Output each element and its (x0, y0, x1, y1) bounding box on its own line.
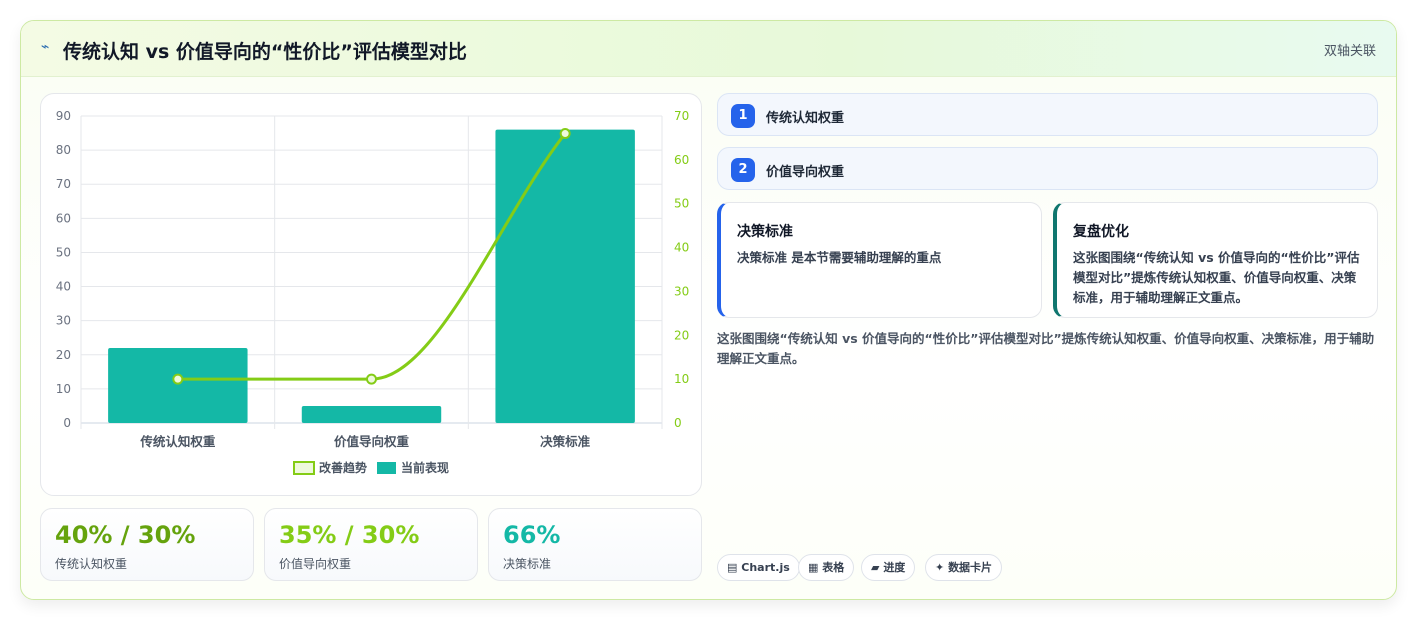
legend-label: 改善趋势 (319, 460, 367, 475)
card-header: ⌁ 传统认知 vs 价值导向的“性价比”评估模型对比 双轴关联 (21, 21, 1396, 77)
y-right-tick-label: 30 (674, 284, 689, 298)
y-left-tick-label: 0 (63, 416, 71, 430)
sparkle-icon: ✦ (935, 561, 945, 574)
combo-chart: 0 10 20 30 40 50 60 70 80 90 0 10 20 30 40 50 60 70 传统认知权重… (56, 109, 689, 475)
y-left-tick-label: 70 (56, 177, 71, 191)
tag-label: 进度 (883, 561, 906, 574)
legend-swatch-line (293, 461, 315, 475)
stat-value: 40% / 30% (55, 521, 196, 549)
dual-axis-tag: 双轴关联 (1323, 44, 1376, 59)
tag-data-card[interactable]: ✦ 数据卡片 (925, 554, 1003, 581)
bar (495, 129, 635, 423)
stat-label: 决策标准 (503, 557, 552, 571)
summary-text: 这张图围绕“传统认知 vs 价值导向的“性价比”评估模型对比”提炼传统认知权重、… (717, 331, 1375, 366)
y-right-tick-label: 0 (674, 416, 682, 430)
step-item: 1 传统认知权重 (717, 93, 1378, 136)
trend-point (366, 373, 377, 385)
stat-label: 传统认知权重 (55, 557, 128, 571)
trend-point (172, 373, 184, 385)
table-icon: ▦ (808, 561, 819, 574)
legend-label: 当前表现 (401, 460, 449, 475)
y-left-tick-label: 60 (56, 211, 71, 225)
card-title: 传统认知 vs 价值导向的“性价比”评估模型对比 (63, 41, 467, 63)
step-number: 1 (731, 104, 755, 128)
y-left-tick-label: 90 (56, 109, 71, 123)
y-right-tick-label: 20 (674, 328, 689, 342)
y-left-tick-label: 80 (56, 143, 71, 157)
y-right-tick-label: 70 (674, 109, 689, 123)
note-card-decision: 决策标准 决策标准 是本节需要辅助理解的重点 (717, 202, 1042, 318)
progress-icon: ▰ (871, 561, 880, 574)
step-number: 2 (731, 158, 755, 182)
chart-panel: 0 10 20 30 40 50 60 70 80 90 0 10 20 30 40 50 60 70 传统认知权重… (40, 93, 702, 496)
note-body: 这张图围绕“传统认知 vs 价值导向的“性价比”评估模型对比”提炼传统认知权重、… (1073, 250, 1360, 305)
y-right-tick-label: 10 (674, 372, 689, 386)
stat-value: 66% (503, 521, 561, 549)
note-card-review: 复盘优化 这张图围绕“传统认知 vs 价值导向的“性价比”评估模型对比”提炼传统… (1053, 202, 1378, 318)
y-left-tick-label: 40 (56, 280, 71, 294)
stat-label: 价值导向权重 (279, 557, 352, 571)
figure-card: ⌁ 传统认知 vs 价值导向的“性价比”评估模型对比 双轴关联 0 10 20 30 4… (20, 20, 1397, 600)
tag-table[interactable]: ▦ 表格 (798, 554, 855, 581)
x-tick-label: 传统认知权重 (139, 434, 216, 449)
step-label: 传统认知权重 (766, 111, 845, 126)
y-right-tick-label: 60 (674, 153, 689, 167)
step-label: 价值导向权重 (766, 165, 845, 180)
tag-label: Chart.js (741, 561, 790, 574)
tag-label: 数据卡片 (948, 561, 993, 574)
x-tick-label: 决策标准 (540, 434, 591, 449)
bar (301, 405, 442, 423)
y-left-tick-label: 50 (56, 245, 71, 259)
note-body: 决策标准 是本节需要辅助理解的重点 (737, 250, 942, 265)
tag-label: 表格 (822, 561, 845, 574)
y-left-tick-label: 10 (56, 382, 71, 396)
tag-progress[interactable]: ▰ 进度 (861, 554, 916, 581)
x-tick-label: 价值导向权重 (334, 434, 410, 449)
stat-card: 40% / 30% 传统认知权重 (40, 508, 254, 581)
chart-icon: ▤ (727, 561, 738, 574)
note-title: 复盘优化 (1073, 224, 1129, 240)
y-left-tick-label: 20 (56, 348, 71, 362)
stat-value: 35% / 30% (279, 521, 420, 549)
y-right-tick-label: 40 (674, 241, 689, 255)
stat-card: 66% 决策标准 (488, 508, 702, 581)
y-left-tick-label: 30 (56, 314, 71, 328)
trend-point (559, 128, 571, 140)
stat-card: 35% / 30% 价值导向权重 (264, 508, 478, 581)
y-right-tick-label: 50 (674, 197, 689, 211)
note-title: 决策标准 (737, 224, 793, 240)
legend-swatch-bar (377, 462, 396, 474)
tag-chartjs[interactable]: ▤ Chart.js (717, 554, 800, 581)
bar (108, 347, 248, 423)
step-item: 2 价值导向权重 (717, 147, 1378, 190)
pulse-icon: ⌁ (41, 39, 50, 55)
